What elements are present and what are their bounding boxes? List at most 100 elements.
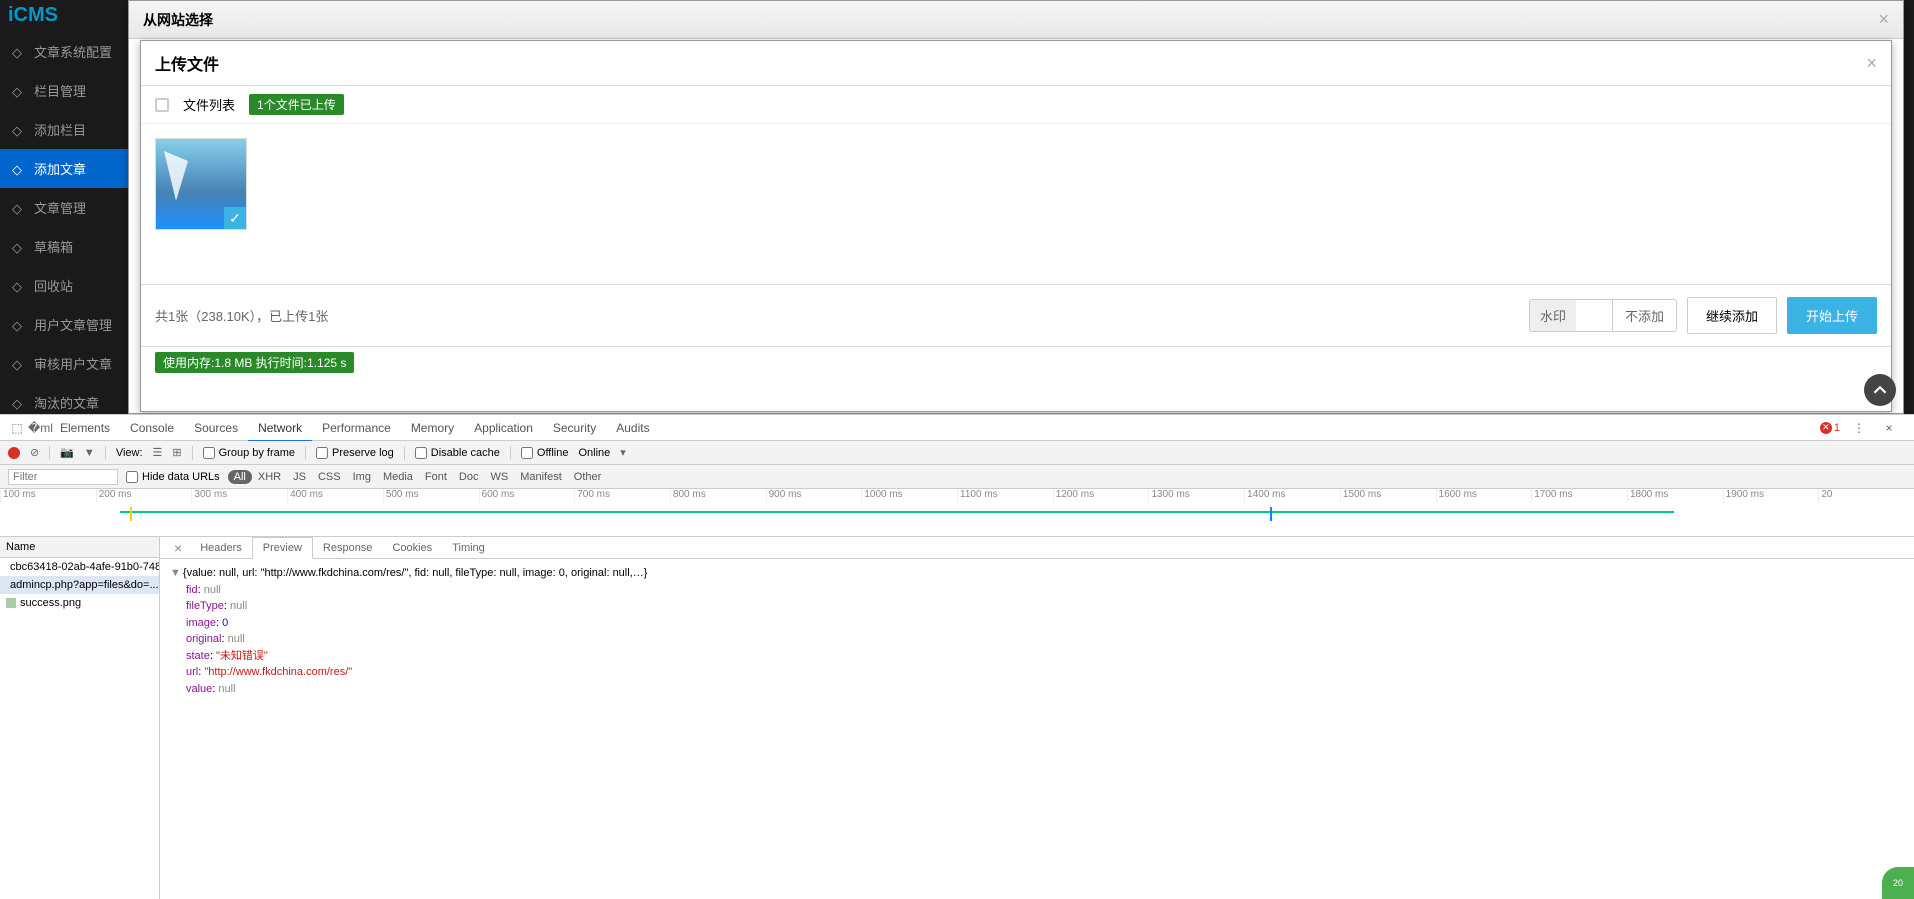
devtools-tab-application[interactable]: Application	[464, 416, 543, 440]
inspect-icon[interactable]: ⬚	[6, 421, 28, 435]
camera-icon[interactable]: 📷	[60, 446, 74, 459]
error-count[interactable]: ✕1	[1820, 422, 1840, 434]
sidebar-item-0[interactable]: ◇文章系统配置	[0, 32, 128, 71]
request-item[interactable]: success.png	[0, 594, 159, 612]
timeline-tick: 500 ms	[383, 489, 479, 503]
clear-icon[interactable]: ⊘	[30, 446, 39, 459]
filter-input[interactable]	[8, 469, 118, 485]
detail-tab-timing[interactable]: Timing	[442, 538, 495, 558]
request-list-header[interactable]: Name	[0, 537, 159, 558]
filter-type-ws[interactable]: WS	[484, 470, 514, 484]
view-large-icon[interactable]: ☰	[153, 446, 163, 459]
filter-type-doc[interactable]: Doc	[453, 470, 485, 484]
devtools-tab-memory[interactable]: Memory	[401, 416, 464, 440]
sidebar-item-1[interactable]: ◇栏目管理	[0, 71, 128, 110]
request-item[interactable]: cbc63418-02ab-4afe-91b0-748...	[0, 558, 159, 576]
logo: iCMS	[0, 0, 128, 32]
detail-tab-preview[interactable]: Preview	[252, 537, 313, 559]
devtools-tab-audits[interactable]: Audits	[606, 416, 659, 440]
hide-data-urls-checkbox[interactable]: Hide data URLs	[126, 471, 220, 483]
draft-icon: ◇	[12, 240, 26, 254]
check-icon: ✓	[224, 207, 246, 229]
sidebar-item-7[interactable]: ◇用户文章管理	[0, 305, 128, 344]
filter-type-xhr[interactable]: XHR	[252, 470, 287, 484]
request-name: admincp.php?app=files&do=...	[10, 579, 159, 591]
request-list: Name cbc63418-02ab-4afe-91b0-748... admin…	[0, 537, 160, 899]
filter-type-media[interactable]: Media	[377, 470, 419, 484]
sidebar-item-label: 淘汰的文章	[34, 393, 99, 412]
offline-checkbox[interactable]: Offline	[521, 447, 569, 459]
filter-type-img[interactable]: Img	[347, 470, 377, 484]
watermark-label: 水印	[1530, 300, 1576, 331]
timeline-tick: 1700 ms	[1531, 489, 1627, 503]
continue-add-button[interactable]: 继续添加	[1687, 297, 1777, 334]
file-list-label: 文件列表	[183, 95, 235, 114]
devtools-tab-security[interactable]: Security	[543, 416, 606, 440]
sidebar-item-6[interactable]: ◇回收站	[0, 266, 128, 305]
close-devtools-icon[interactable]: ×	[1878, 421, 1900, 435]
close-icon[interactable]: ×	[1866, 53, 1877, 74]
filter-type-all[interactable]: All	[228, 470, 252, 484]
filter-type-js[interactable]: JS	[287, 470, 312, 484]
sidebar-item-2[interactable]: ◇添加栏目	[0, 110, 128, 149]
gear-icon: ◇	[12, 45, 26, 59]
online-select[interactable]: Online	[578, 447, 610, 459]
timeline-tick: 800 ms	[670, 489, 766, 503]
outer-modal-header: 从网站选择 ×	[129, 1, 1903, 39]
sidebar-item-label: 添加栏目	[34, 120, 86, 139]
devtools-tab-network[interactable]: Network	[248, 416, 312, 442]
sidebar-item-8[interactable]: ◇审核用户文章	[0, 344, 128, 383]
devtools-tab-elements[interactable]: Elements	[50, 416, 120, 440]
devtools-tab-performance[interactable]: Performance	[312, 416, 401, 440]
devtools-tab-console[interactable]: Console	[120, 416, 184, 440]
filter-icon[interactable]: ▼	[84, 447, 95, 459]
request-item[interactable]: admincp.php?app=files&do=...	[0, 576, 159, 594]
timeline-tick: 700 ms	[574, 489, 670, 503]
filter-type-font[interactable]: Font	[419, 470, 453, 484]
detail-tab-cookies[interactable]: Cookies	[382, 538, 442, 558]
sidebar-item-label: 文章管理	[34, 198, 86, 217]
sidebar-item-5[interactable]: ◇草稿箱	[0, 227, 128, 266]
timeline-tick: 300 ms	[191, 489, 287, 503]
detail-tab-response[interactable]: Response	[313, 538, 383, 558]
json-property: state: "未知错误"	[186, 648, 1904, 665]
edit-icon: ◇	[12, 201, 26, 215]
device-icon[interactable]: �ml	[28, 421, 50, 435]
preview-body[interactable]: ▼{value: null, url: "http://www.fkdchina…	[160, 559, 1914, 703]
file-thumbnail[interactable]: ✓	[155, 138, 247, 230]
sidebar-item-3[interactable]: ◇添加文章	[0, 149, 128, 188]
close-icon[interactable]: ×	[1878, 9, 1889, 30]
upload-bottom-bar: 共1张（238.10K），已上传1张 水印 不添加 继续添加 开始上传	[141, 284, 1891, 347]
disable-cache-checkbox[interactable]: Disable cache	[415, 447, 500, 459]
scroll-top-button[interactable]	[1864, 374, 1896, 406]
select-all-checkbox[interactable]	[155, 98, 169, 112]
timeline-tick: 900 ms	[766, 489, 862, 503]
watermark-select[interactable]: 水印 不添加	[1529, 299, 1677, 332]
dropdown-icon[interactable]: ▾	[620, 446, 626, 459]
filter-type-manifest[interactable]: Manifest	[514, 470, 568, 484]
filter-type-css[interactable]: CSS	[312, 470, 347, 484]
view-small-icon[interactable]: ⊞	[172, 446, 181, 459]
json-property: image: 0	[186, 615, 1904, 632]
network-filter-bar: Hide data URLs AllXHRJSCSSImgMediaFontDo…	[0, 465, 1914, 489]
timeline-tick: 1100 ms	[957, 489, 1053, 503]
devtools-tabs: ⬚ �ml ElementsConsoleSourcesNetworkPerfo…	[0, 415, 1914, 441]
start-upload-button[interactable]: 开始上传	[1787, 297, 1877, 334]
more-icon[interactable]: ⋮	[1848, 421, 1870, 435]
corner-badge[interactable]: 20	[1882, 867, 1914, 899]
detail-tab-headers[interactable]: Headers	[190, 538, 252, 558]
watermark-no-add[interactable]: 不添加	[1612, 300, 1676, 331]
watermark-value	[1576, 300, 1612, 331]
record-icon[interactable]	[8, 447, 20, 459]
group-by-frame-checkbox[interactable]: Group by frame	[203, 447, 295, 459]
timeline-tick: 1900 ms	[1723, 489, 1819, 503]
sidebar-item-4[interactable]: ◇ 文章管理	[0, 188, 128, 227]
request-name: success.png	[20, 597, 81, 609]
preserve-log-checkbox[interactable]: Preserve log	[316, 447, 394, 459]
timeline-tick: 400 ms	[287, 489, 383, 503]
filter-type-other[interactable]: Other	[568, 470, 608, 484]
trash-icon: ◇	[12, 279, 26, 293]
devtools-tab-sources[interactable]: Sources	[184, 416, 248, 440]
network-timeline[interactable]: 100 ms200 ms300 ms400 ms500 ms600 ms700 …	[0, 489, 1914, 537]
close-detail-icon[interactable]: ×	[166, 540, 190, 556]
